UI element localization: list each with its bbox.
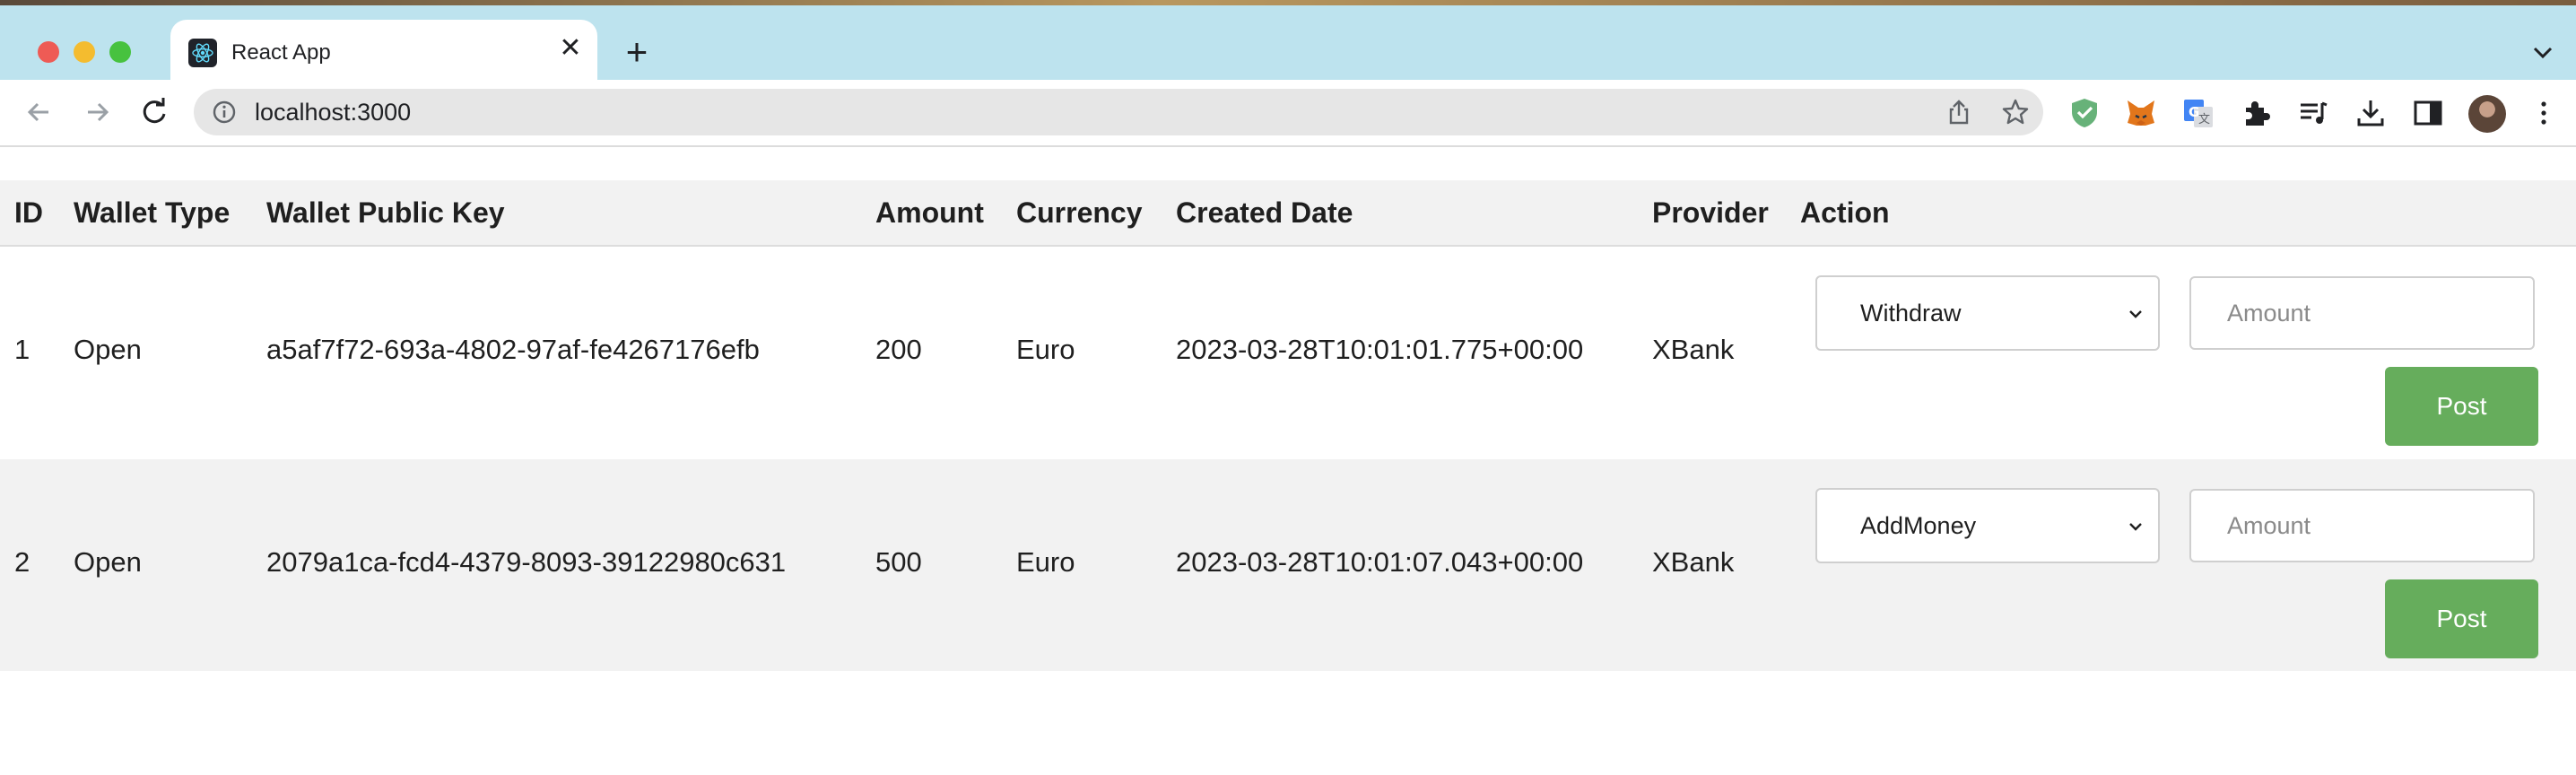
address-bar[interactable]: localhost:3000	[194, 89, 2043, 135]
chevron-down-icon	[2129, 523, 2142, 531]
url-text[interactable]: localhost:3000	[255, 99, 411, 126]
header-provider: Provider	[1652, 196, 1769, 229]
minimize-window-button[interactable]	[74, 41, 95, 63]
tab-bar: React App ✕ +	[0, 5, 2576, 85]
extensions-puzzle-icon[interactable]	[2239, 96, 2273, 130]
table-row: 1 Open a5af7f72-693a-4802-97af-fe4267176…	[0, 247, 2576, 458]
forward-button[interactable]	[77, 92, 117, 132]
cell-currency: Euro	[1016, 546, 1075, 578]
header-action: Action	[1800, 196, 1890, 229]
action-select-value: AddMoney	[1860, 512, 1977, 539]
amount-input[interactable]	[2189, 276, 2535, 350]
cell-wallet-type: Open	[74, 334, 142, 365]
cell-wallet-type: Open	[74, 546, 142, 578]
cell-public-key: a5af7f72-693a-4802-97af-fe4267176efb	[266, 334, 760, 365]
amount-input[interactable]	[2189, 489, 2535, 562]
cell-created-date: 2023-03-28T10:01:01.775+00:00	[1176, 334, 1584, 365]
svg-text:文: 文	[2198, 113, 2210, 126]
cell-public-key: 2079a1ca-fcd4-4379-8093-39122980c631	[266, 546, 787, 578]
reload-button[interactable]	[135, 92, 174, 132]
chevron-down-icon	[2129, 310, 2142, 318]
adguard-shield-icon[interactable]	[2067, 96, 2102, 130]
new-tab-button[interactable]: +	[617, 32, 657, 72]
header-wallet-type: Wallet Type	[74, 196, 231, 229]
arrow-left-icon	[27, 102, 48, 122]
table-header-row: ID Wallet Type Wallet Public Key Amount …	[0, 180, 2576, 247]
header-currency: Currency	[1016, 196, 1143, 229]
close-window-button[interactable]	[38, 41, 59, 63]
maximize-window-button[interactable]	[109, 41, 131, 63]
action-select-value: Withdraw	[1860, 300, 1962, 327]
close-tab-icon[interactable]: ✕	[554, 32, 587, 65]
tab-title: React App	[231, 40, 331, 65]
google-translate-icon[interactable]: G 文	[2181, 96, 2215, 130]
media-queue-icon[interactable]	[2296, 96, 2330, 130]
cell-id: 2	[14, 546, 30, 578]
metamask-fox-icon[interactable]	[2124, 96, 2158, 130]
bookmark-star-icon[interactable]	[2000, 97, 2031, 127]
cell-id: 1	[14, 334, 30, 365]
arrow-right-icon	[88, 102, 109, 122]
profile-avatar[interactable]	[2468, 95, 2506, 133]
reload-icon	[143, 98, 166, 124]
header-wallet-public-key: Wallet Public Key	[266, 196, 505, 229]
tab-react-app[interactable]: React App ✕	[170, 20, 597, 85]
header-created-date: Created Date	[1176, 196, 1353, 229]
cell-provider: XBank	[1652, 546, 1735, 578]
cell-provider: XBank	[1652, 334, 1735, 365]
cell-amount: 200	[875, 334, 922, 365]
cell-amount: 500	[875, 546, 922, 578]
back-button[interactable]	[20, 92, 59, 132]
info-icon[interactable]	[212, 100, 237, 125]
post-button[interactable]: Post	[2385, 579, 2538, 658]
downloads-icon[interactable]	[2354, 96, 2388, 130]
toolbar-divider	[0, 145, 2576, 147]
chevron-down-icon[interactable]	[2528, 38, 2558, 68]
post-button[interactable]: Post	[2385, 367, 2538, 446]
table-row: 2 Open 2079a1ca-fcd4-4379-8093-39122980c…	[0, 459, 2576, 671]
cell-created-date: 2023-03-28T10:01:07.043+00:00	[1176, 546, 1584, 578]
header-amount: Amount	[875, 196, 984, 229]
browser-toolbar: localhost:3000 G 文	[0, 80, 2576, 145]
cell-currency: Euro	[1016, 334, 1075, 365]
more-menu-icon[interactable]	[2527, 96, 2561, 130]
react-logo-icon	[188, 39, 217, 67]
side-panel-icon[interactable]	[2411, 96, 2445, 130]
share-icon[interactable]	[1945, 98, 1973, 126]
action-select[interactable]: AddMoney	[1815, 488, 2160, 563]
action-select[interactable]: Withdraw	[1815, 275, 2160, 351]
header-id: ID	[14, 196, 43, 229]
